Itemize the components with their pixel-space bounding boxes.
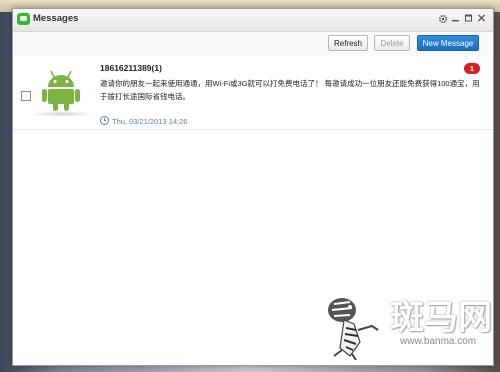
- watermark-url: www.banma.com: [400, 336, 477, 347]
- delete-button[interactable]: Delete: [374, 35, 410, 51]
- refresh-button[interactable]: Refresh: [328, 35, 368, 51]
- window-title: Messages: [33, 13, 79, 24]
- close-icon[interactable]: [476, 13, 487, 25]
- android-avatar-icon: [42, 70, 80, 111]
- minimize-icon[interactable]: [450, 13, 461, 25]
- unread-count-badge: 1: [464, 63, 480, 74]
- watermark-brand: 斑马网: [390, 299, 492, 337]
- message-select-checkbox[interactable]: [21, 91, 31, 101]
- new-message-button[interactable]: New Message: [417, 35, 479, 51]
- messages-app-icon: [17, 13, 30, 25]
- zebra-mascot-icon: [328, 298, 379, 360]
- message-timestamp: Thu, 03/21/2013 14:26: [112, 117, 188, 126]
- message-timestamp-row: Thu, 03/21/2013 14:26: [100, 116, 187, 127]
- title-bar[interactable]: Messages: [13, 9, 493, 32]
- settings-gear-icon[interactable]: [437, 13, 448, 25]
- watermark: 斑马网 www.banma.com: [320, 290, 498, 362]
- clock-icon: [100, 116, 109, 125]
- maximize-icon[interactable]: [463, 13, 474, 25]
- message-preview: 邀请你的朋友一起来使用通通，用Wi-Fi或3G就可以打免费电话了！ 每邀请成功一…: [100, 79, 480, 101]
- toolbar: Refresh Delete New Message: [13, 32, 493, 56]
- message-list-item[interactable]: 18616211389(1) 1 邀请你的朋友一起来使用通通，用Wi-Fi或3G…: [13, 59, 493, 130]
- message-sender: 18616211389(1): [100, 63, 162, 73]
